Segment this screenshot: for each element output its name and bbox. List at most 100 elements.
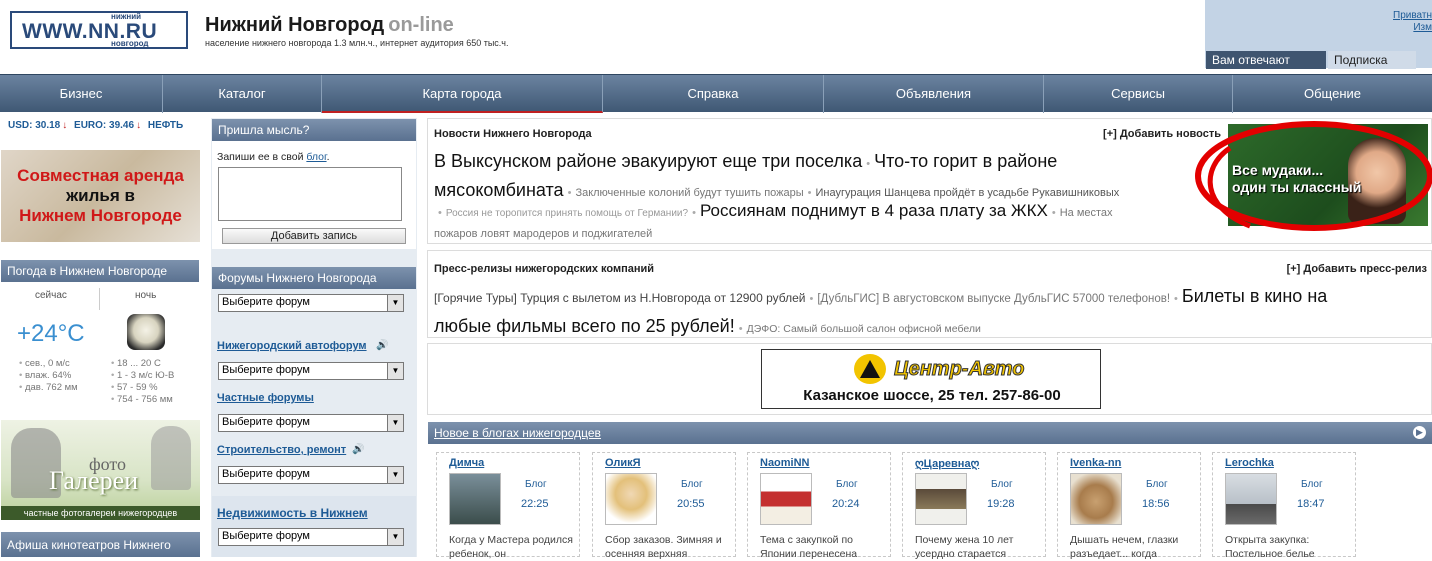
thought-title: Пришла мысль? xyxy=(212,119,416,141)
press-headline[interactable]: Билеты в кино на xyxy=(1182,286,1327,306)
forum-select-construction[interactable]: Выберите форум ▼ xyxy=(218,466,404,484)
cinema-poster-title[interactable]: Афиша кинотеатров Нижнего xyxy=(1,532,200,557)
news-headline[interactable]: Россиянам поднимут в 4 раза плату за ЖКХ xyxy=(700,201,1048,220)
blogs-title[interactable]: Новое в блогах нижегородцев xyxy=(434,426,601,440)
night-wind: 1 - 3 м/с Ю-В xyxy=(111,370,174,382)
nav-item-ads[interactable]: Объявления xyxy=(824,75,1044,113)
press-item[interactable]: [ДубльГИС] В августовском выпуске ДубльГ… xyxy=(817,293,1170,305)
avatar xyxy=(915,473,967,525)
press-headline-cont[interactable]: любые фильмы всего по 25 рублей! xyxy=(434,316,735,336)
forum-link-realty[interactable]: Недвижимость в Нижнем xyxy=(217,506,368,520)
auto-brand: Центр-Авто xyxy=(893,358,1025,381)
weather-title[interactable]: Погода в Нижнем Новгороде xyxy=(1,260,199,282)
forum-link-auto[interactable]: Нижегородский автофорум xyxy=(217,340,367,352)
forum-select-value: Выберите форум xyxy=(222,530,310,542)
weather-now-label: сейчас xyxy=(35,290,67,301)
blog-type: Блог xyxy=(1146,479,1168,490)
banner-rent[interactable]: Совместная аренда жилья в Нижнем Новгоро… xyxy=(1,150,200,242)
news-item[interactable]: На местах xyxy=(1060,207,1113,219)
private-link[interactable]: Приватн xyxy=(1393,10,1432,21)
tab-subscription[interactable]: Подписка xyxy=(1328,51,1416,69)
nav-item-business[interactable]: Бизнес xyxy=(0,75,163,113)
main-nav: Бизнес Каталог Карта города Справка Объя… xyxy=(0,74,1432,113)
avatar xyxy=(1070,473,1122,525)
weather-now-details: сев., 0 м/с влаж. 64% дав. 762 мм xyxy=(19,358,78,394)
forum-select-value: Выберите форум xyxy=(222,416,310,428)
bullet: • xyxy=(866,158,871,170)
banner-photo-gallery[interactable]: фото Галереи частные фотогалереи нижегор… xyxy=(1,420,200,520)
next-arrow-icon[interactable]: ▶ xyxy=(1413,426,1426,439)
nav-item-community[interactable]: Общение xyxy=(1233,75,1432,113)
blogs-header: Новое в блогах нижегородцев ▶ xyxy=(428,422,1432,444)
forum-link-construction[interactable]: Строительство, ремонт xyxy=(217,444,346,456)
blog-author[interactable]: Ivenka-nn xyxy=(1070,457,1121,469)
blog-time: 19:28 xyxy=(987,498,1015,510)
change-link[interactable]: Изм xyxy=(1413,22,1432,33)
blog-card[interactable]: ღЦаревнаღ Блог 19:28 Почему жена 10 лет … xyxy=(902,452,1046,560)
chevron-down-icon: ▼ xyxy=(387,467,403,483)
forum-link-private[interactable]: Частные форумы xyxy=(217,392,314,404)
blog-link[interactable]: блог xyxy=(306,151,326,163)
bullet: • xyxy=(738,323,743,335)
bullet: • xyxy=(1174,293,1178,305)
blog-time: 22:25 xyxy=(521,498,549,510)
blog-card[interactable]: Ivenka-nn Блог 18:56 Дышать нечем, глазк… xyxy=(1057,452,1201,560)
thought-prompt: Запиши ее в свой блог. xyxy=(217,151,329,163)
auto-address: Казанское шоссе, 25 тел. 257-86-00 xyxy=(803,387,1061,404)
nav-item-services[interactable]: Сервисы xyxy=(1044,75,1233,113)
nav-item-catalog[interactable]: Каталог xyxy=(163,75,322,113)
news-headline[interactable]: Что-то горит в районе xyxy=(874,151,1057,171)
usd-rate[interactable]: USD: 30.18 xyxy=(8,120,60,131)
forums-title: Форумы Нижнего Новгорода xyxy=(212,267,416,289)
ad-banner-auto[interactable]: Центр-Авто Казанское шоссе, 25 тел. 257-… xyxy=(761,349,1101,409)
bullet: • xyxy=(809,293,814,305)
forum-select-auto[interactable]: Выберите форум ▼ xyxy=(218,362,404,380)
news-list: В Выксунском районе эвакуируют еще три п… xyxy=(434,148,1224,206)
weather-widget: Погода в Нижнем Новгороде сейчас ночь +2… xyxy=(1,260,199,408)
moon-icon xyxy=(127,314,165,350)
site-title: Нижний Новгород on-line xyxy=(205,14,454,37)
blog-card[interactable]: ОликЯ Блог 20:55 Сбор заказов. Зимняя и … xyxy=(592,452,736,560)
euro-rate[interactable]: EURO: 39.46 xyxy=(74,120,134,131)
blog-card[interactable]: Lerochka Блог 18:47 Открыта закупка: Пос… xyxy=(1212,452,1356,560)
blog-card[interactable]: NaomiNN Блог 20:24 Тема с закупкой по Яп… xyxy=(747,452,891,560)
blog-author[interactable]: Lerochka xyxy=(1225,457,1274,469)
blog-author[interactable]: ღЦаревнаღ xyxy=(915,457,979,470)
site-logo[interactable]: нижний WWW.NN.RU новгород xyxy=(10,11,188,49)
bullet: • xyxy=(567,187,572,199)
avatar xyxy=(1225,473,1277,525)
weather-temp: +24°C xyxy=(17,320,85,347)
bullet: • xyxy=(438,207,442,219)
forum-select-realty[interactable]: Выберите форум ▼ xyxy=(218,528,404,546)
thought-textarea[interactable] xyxy=(218,167,402,221)
nav-item-city-map[interactable]: Карта города xyxy=(322,75,603,113)
forum-select-private[interactable]: Выберите форум ▼ xyxy=(218,414,404,432)
forum-select[interactable]: Выберите форум ▼ xyxy=(218,294,404,312)
forum-select-value: Выберите форум xyxy=(222,468,310,480)
weather-night-details: 18 ... 20 C 1 - 3 м/с Ю-В 57 - 59 % 754 … xyxy=(111,358,174,406)
news-headline[interactable]: В Выксунском районе эвакуируют еще три п… xyxy=(434,151,862,171)
blog-author[interactable]: ОликЯ xyxy=(605,457,641,469)
add-entry-button[interactable]: Добавить запись xyxy=(222,228,406,244)
news-item[interactable]: Россия не торопится принять помощь от Ге… xyxy=(446,208,688,219)
thought-prompt-text: Запиши ее в свой xyxy=(217,151,304,163)
press-item[interactable]: [Горячие Туры] Турция с вылетом из Н.Нов… xyxy=(434,291,806,305)
news-item-cont[interactable]: пожаров ловят мародеров и поджигателей xyxy=(434,228,652,240)
nav-item-help[interactable]: Справка xyxy=(603,75,824,113)
night-pressure: 754 - 756 мм xyxy=(111,394,174,406)
tab-answers[interactable]: Вам отвечают xyxy=(1206,51,1326,69)
blog-author[interactable]: Димча xyxy=(449,457,484,469)
add-press-link[interactable]: [+] Добавить пресс-релиз xyxy=(1287,263,1427,275)
banner-photo-line2: Галереи xyxy=(49,466,139,495)
news-headline[interactable]: мясокомбината xyxy=(434,180,564,200)
press-item[interactable]: ДЭФО: Самый большой салон офисной мебели xyxy=(747,323,981,335)
bullet: • xyxy=(692,207,696,219)
blog-card[interactable]: Димча Блог 22:25 Когда у Мастера родился… xyxy=(436,452,580,560)
news-item[interactable]: Заключенные колоний будут тушить пожары xyxy=(575,187,803,199)
chevron-down-icon: ▼ xyxy=(387,415,403,431)
blog-time: 18:56 xyxy=(1142,498,1170,510)
banner-rent-line2: жилья в xyxy=(66,186,135,205)
news-item[interactable]: Инаугурация Шанцева пройдёт в усадьбе Ру… xyxy=(816,187,1120,199)
blog-author[interactable]: NaomiNN xyxy=(760,457,810,469)
oil-link[interactable]: НЕФТЬ xyxy=(148,120,183,131)
